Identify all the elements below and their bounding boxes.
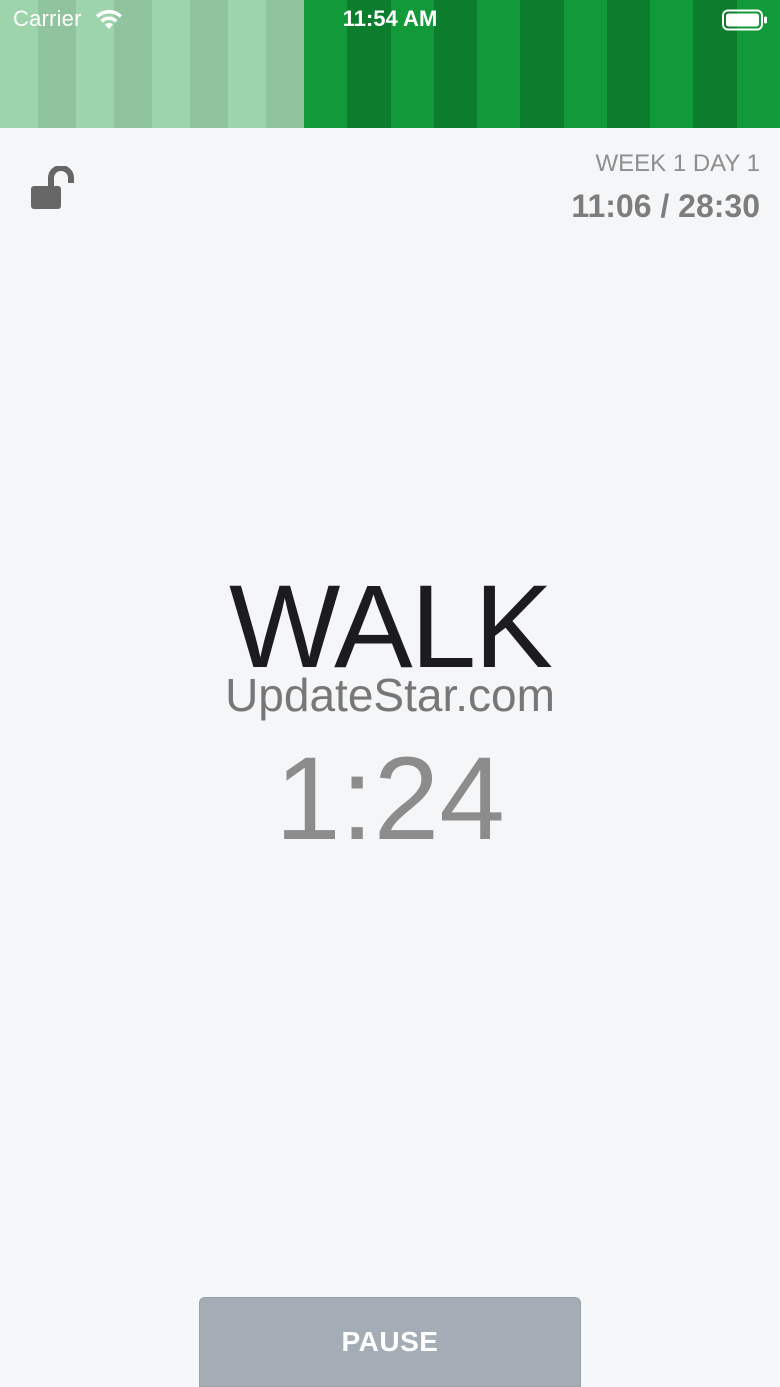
pause-button[interactable]: PAUSE bbox=[199, 1297, 581, 1387]
status-clock: 11:54 AM bbox=[342, 6, 438, 31]
interval-countdown: 1:24 bbox=[275, 733, 505, 865]
workout-progress-header: Carrier 11:54 AM bbox=[0, 0, 780, 128]
watermark-text: UpdateStar.com bbox=[225, 669, 555, 721]
unlocked-padlock-icon[interactable] bbox=[28, 166, 78, 212]
elapsed-total-time: 11:06 / 28:30 bbox=[571, 188, 760, 224]
week-day-label: WEEK 1 DAY 1 bbox=[595, 150, 760, 177]
status-bar: Carrier 11:54 AM bbox=[0, 0, 780, 40]
battery-icon bbox=[722, 9, 767, 31]
